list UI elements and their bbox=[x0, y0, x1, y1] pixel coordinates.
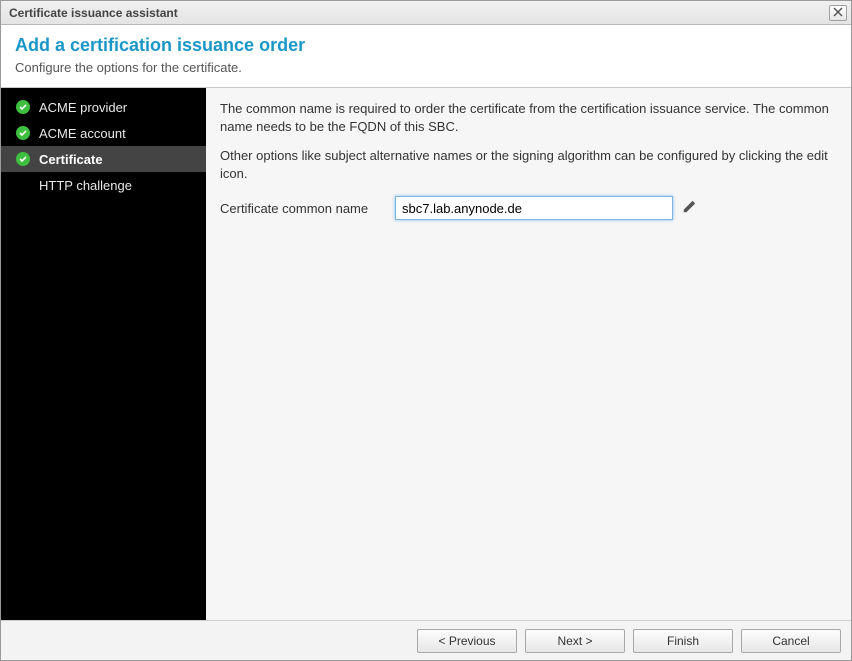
previous-button[interactable]: < Previous bbox=[417, 629, 517, 653]
close-icon bbox=[833, 6, 843, 20]
footer: < Previous Next > Finish Cancel bbox=[1, 620, 851, 660]
sidebar-item-acme-provider[interactable]: ACME provider bbox=[1, 94, 206, 120]
sidebar-item-http-challenge[interactable]: HTTP challenge bbox=[1, 172, 206, 198]
dialog-window: Certificate issuance assistant Add a cer… bbox=[0, 0, 852, 661]
info-paragraph-2: Other options like subject alternative n… bbox=[220, 147, 835, 182]
sidebar-item-label: Certificate bbox=[39, 152, 103, 167]
sidebar-item-label: ACME provider bbox=[39, 100, 127, 115]
sidebar-item-label: ACME account bbox=[39, 126, 126, 141]
check-icon bbox=[15, 125, 31, 141]
step-icon-empty bbox=[15, 177, 31, 193]
sidebar-item-label: HTTP challenge bbox=[39, 178, 132, 193]
finish-button[interactable]: Finish bbox=[633, 629, 733, 653]
check-icon bbox=[15, 99, 31, 115]
cancel-button[interactable]: Cancel bbox=[741, 629, 841, 653]
sidebar-item-acme-account[interactable]: ACME account bbox=[1, 120, 206, 146]
header-panel: Add a certification issuance order Confi… bbox=[1, 25, 851, 88]
page-subtitle: Configure the options for the certificat… bbox=[15, 60, 837, 75]
edit-common-name-button[interactable] bbox=[679, 198, 699, 218]
close-button[interactable] bbox=[829, 5, 847, 21]
common-name-label: Certificate common name bbox=[220, 201, 395, 216]
titlebar: Certificate issuance assistant bbox=[1, 1, 851, 25]
sidebar-item-certificate[interactable]: Certificate bbox=[1, 146, 206, 172]
wizard-sidebar: ACME provider ACME account Certificate H… bbox=[1, 88, 206, 620]
content-panel: The common name is required to order the… bbox=[206, 88, 851, 620]
common-name-row: Certificate common name bbox=[220, 196, 835, 220]
page-title: Add a certification issuance order bbox=[15, 35, 837, 56]
window-title: Certificate issuance assistant bbox=[9, 6, 178, 20]
check-icon bbox=[15, 151, 31, 167]
body-area: ACME provider ACME account Certificate H… bbox=[1, 88, 851, 620]
next-button[interactable]: Next > bbox=[525, 629, 625, 653]
common-name-input[interactable] bbox=[395, 196, 673, 220]
pencil-icon bbox=[682, 200, 696, 217]
info-paragraph-1: The common name is required to order the… bbox=[220, 100, 835, 135]
